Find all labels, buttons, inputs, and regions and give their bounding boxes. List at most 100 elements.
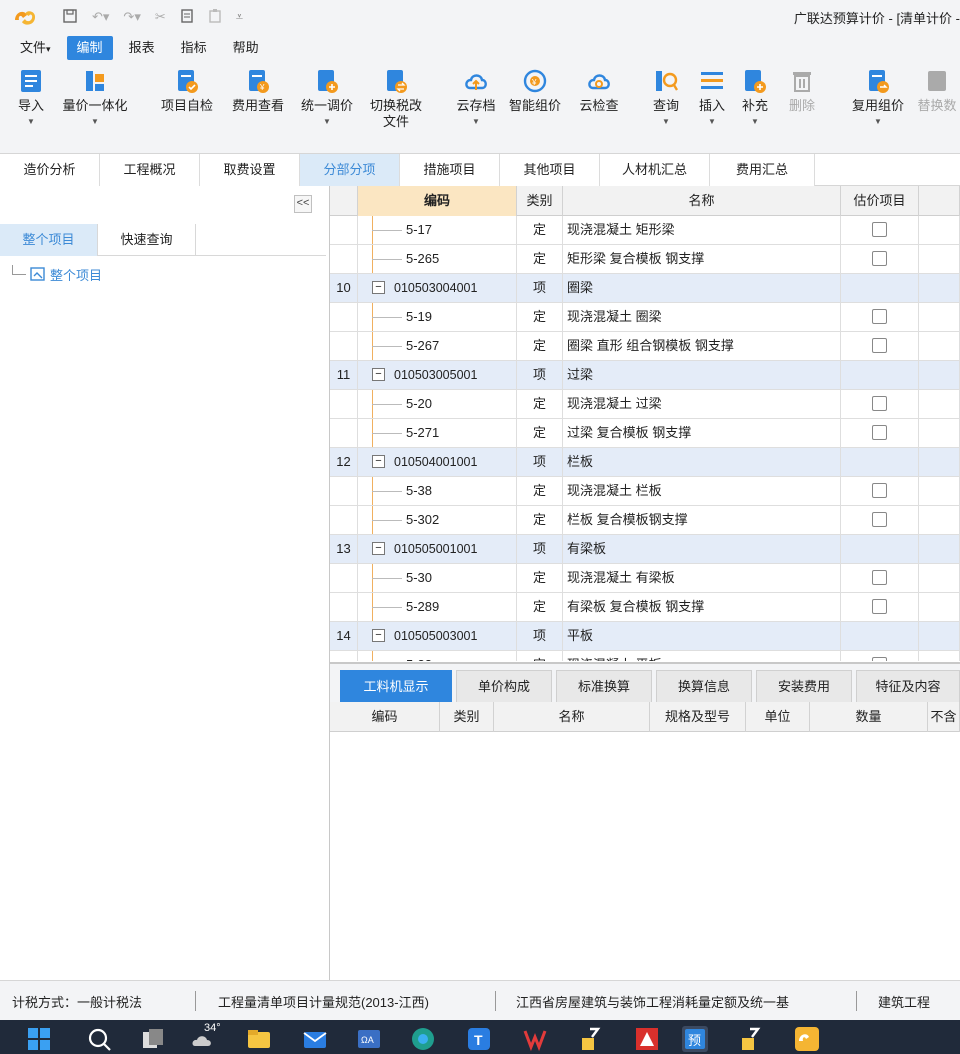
glodon-app-icon[interactable] (794, 1026, 820, 1052)
estimate-checkbox[interactable] (872, 251, 887, 267)
code-cell[interactable]: 5-265 (358, 245, 517, 273)
name-cell[interactable]: 过梁 (563, 361, 841, 389)
edit-app-2-icon[interactable] (738, 1026, 764, 1052)
name-cell[interactable]: 现浇混凝土 过梁 (563, 390, 841, 418)
save-icon[interactable] (62, 8, 78, 27)
tab-labor-material-summary[interactable]: 人材机汇总 (600, 154, 710, 186)
name-cell[interactable]: 现浇混凝土 矩形梁 (563, 216, 841, 244)
smart-price-button[interactable]: ¥ 智能组价 (503, 68, 567, 114)
tab-labor-material-display[interactable]: 工料机显示 (340, 670, 452, 702)
tab-fee-settings[interactable]: 取费设置 (200, 154, 300, 186)
code-cell[interactable]: 5-267 (358, 332, 517, 360)
menu-help[interactable]: 帮助 (223, 36, 269, 60)
code-cell[interactable]: 5-38 (358, 477, 517, 505)
estimate-checkbox[interactable] (872, 657, 887, 661)
tab-quick-query[interactable]: 快速查询 (98, 224, 196, 256)
unify-button[interactable]: 量价一体化 ▼ (56, 68, 134, 128)
collapse-node-icon[interactable]: − (372, 281, 385, 294)
code-cell[interactable]: 5-289 (358, 593, 517, 621)
windows-start-icon[interactable] (26, 1026, 52, 1052)
collapse-node-icon[interactable]: − (372, 368, 385, 381)
redo-icon[interactable]: ↷▾ (123, 9, 140, 25)
bill-item-row[interactable]: 11−010503005001 项过梁 (330, 361, 960, 390)
adjust-price-button[interactable]: 统一调价 ▼ (296, 68, 358, 128)
name-cell[interactable]: 栏板 复合模板钢支撑 (563, 506, 841, 534)
edit-app-icon[interactable] (578, 1026, 604, 1052)
replace-button[interactable]: 替换数 (914, 68, 960, 114)
name-cell[interactable]: 有梁板 (563, 535, 841, 563)
quota-row[interactable]: 5-19 定现浇混凝土 圈梁 (330, 303, 960, 332)
header-type[interactable]: 类别 (517, 186, 563, 216)
type-cell[interactable]: 定 (517, 477, 563, 505)
estimate-checkbox[interactable] (872, 396, 887, 412)
quota-row[interactable]: 5-271 定过梁 复合模板 钢支撑 (330, 419, 960, 448)
type-cell[interactable]: 定 (517, 419, 563, 447)
tab-standard-conversion[interactable]: 标准换算 (556, 670, 652, 702)
type-cell[interactable]: 项 (517, 361, 563, 389)
quota-row[interactable]: 5-265 定矩形梁 复合模板 钢支撑 (330, 245, 960, 274)
self-check-button[interactable]: 项目自检 (155, 68, 219, 114)
code-cell[interactable]: −010503004001 (358, 274, 517, 302)
customize-icon[interactable]: ⩡ (236, 9, 243, 25)
tax-switch-button[interactable]: 切换税改 文件 (365, 68, 427, 130)
header-code[interactable]: 编码 (358, 186, 517, 216)
type-cell[interactable]: 定 (517, 303, 563, 331)
header-name[interactable]: 名称 (563, 186, 841, 216)
type-cell[interactable]: 定 (517, 564, 563, 592)
quota-row[interactable]: 5-302 定栏板 复合模板钢支撑 (330, 506, 960, 535)
collapse-node-icon[interactable]: − (372, 629, 385, 642)
detail-header-type[interactable]: 类别 (440, 702, 494, 732)
tab-install-fee[interactable]: 安装费用 (756, 670, 852, 702)
supplement-button[interactable]: 补充 ▼ (737, 68, 773, 128)
detail-header-name[interactable]: 名称 (494, 702, 650, 732)
quota-row[interactable]: 5-32 定现浇混凝土 平板 (330, 651, 960, 661)
quota-row[interactable]: 5-20 定现浇混凝土 过梁 (330, 390, 960, 419)
tab-measures[interactable]: 措施项目 (400, 154, 500, 186)
type-cell[interactable]: 项 (517, 274, 563, 302)
cut-icon[interactable]: ✂ (155, 9, 166, 25)
name-cell[interactable]: 现浇混凝土 栏板 (563, 477, 841, 505)
estimate-checkbox[interactable] (872, 425, 887, 441)
tab-sub-items[interactable]: 分部分项 (300, 154, 400, 186)
tab-whole-project[interactable]: 整个项目 (0, 224, 98, 256)
tab-project-overview[interactable]: 工程概况 (100, 154, 200, 186)
copy-icon[interactable] (180, 8, 194, 27)
code-cell[interactable]: −010504001001 (358, 448, 517, 476)
query-button[interactable]: 查询 ▼ (648, 68, 684, 128)
code-cell[interactable]: 5-302 (358, 506, 517, 534)
estimate-checkbox[interactable] (872, 512, 887, 528)
code-cell[interactable]: 5-20 (358, 390, 517, 418)
mail-icon[interactable] (302, 1026, 328, 1052)
name-cell[interactable]: 现浇混凝土 圈梁 (563, 303, 841, 331)
name-cell[interactable]: 有梁板 复合模板 钢支撑 (563, 593, 841, 621)
quota-row[interactable]: 5-289 定有梁板 复合模板 钢支撑 (330, 593, 960, 622)
tab-features-content[interactable]: 特征及内容 (856, 670, 960, 702)
insert-button[interactable]: 插入 ▼ (694, 68, 730, 128)
name-cell[interactable]: 现浇混凝土 有梁板 (563, 564, 841, 592)
name-cell[interactable]: 圈梁 直形 组合钢模板 钢支撑 (563, 332, 841, 360)
edge-browser-icon[interactable] (410, 1026, 436, 1052)
bill-item-row[interactable]: 12−010504001001 项栏板 (330, 448, 960, 477)
cloud-store-button[interactable]: 云存档 ▼ (450, 68, 502, 128)
header-estimate[interactable]: 估价项目 (841, 186, 919, 216)
quota-row[interactable]: 5-267 定圈梁 直形 组合钢模板 钢支撑 (330, 332, 960, 361)
estimate-checkbox[interactable] (872, 483, 887, 499)
estimate-checkbox[interactable] (872, 570, 887, 586)
tab-fee-summary[interactable]: 费用汇总 (710, 154, 815, 186)
code-cell[interactable]: −010503005001 (358, 361, 517, 389)
code-cell[interactable]: −010505001001 (358, 535, 517, 563)
type-cell[interactable]: 项 (517, 448, 563, 476)
estimate-checkbox[interactable] (872, 222, 887, 238)
name-cell[interactable]: 现浇混凝土 平板 (563, 651, 841, 661)
menu-report[interactable]: 报表 (119, 36, 165, 60)
estimate-checkbox[interactable] (872, 599, 887, 615)
delete-button[interactable]: 删除 (784, 68, 820, 114)
import-button[interactable]: 导入 ▼ (14, 68, 48, 128)
folder-icon[interactable] (246, 1026, 272, 1052)
type-cell[interactable]: 项 (517, 622, 563, 650)
detail-header-code[interactable]: 编码 (330, 702, 440, 732)
type-cell[interactable]: 定 (517, 216, 563, 244)
type-cell[interactable]: 定 (517, 332, 563, 360)
type-cell[interactable]: 定 (517, 390, 563, 418)
code-cell[interactable]: −010505003001 (358, 622, 517, 650)
